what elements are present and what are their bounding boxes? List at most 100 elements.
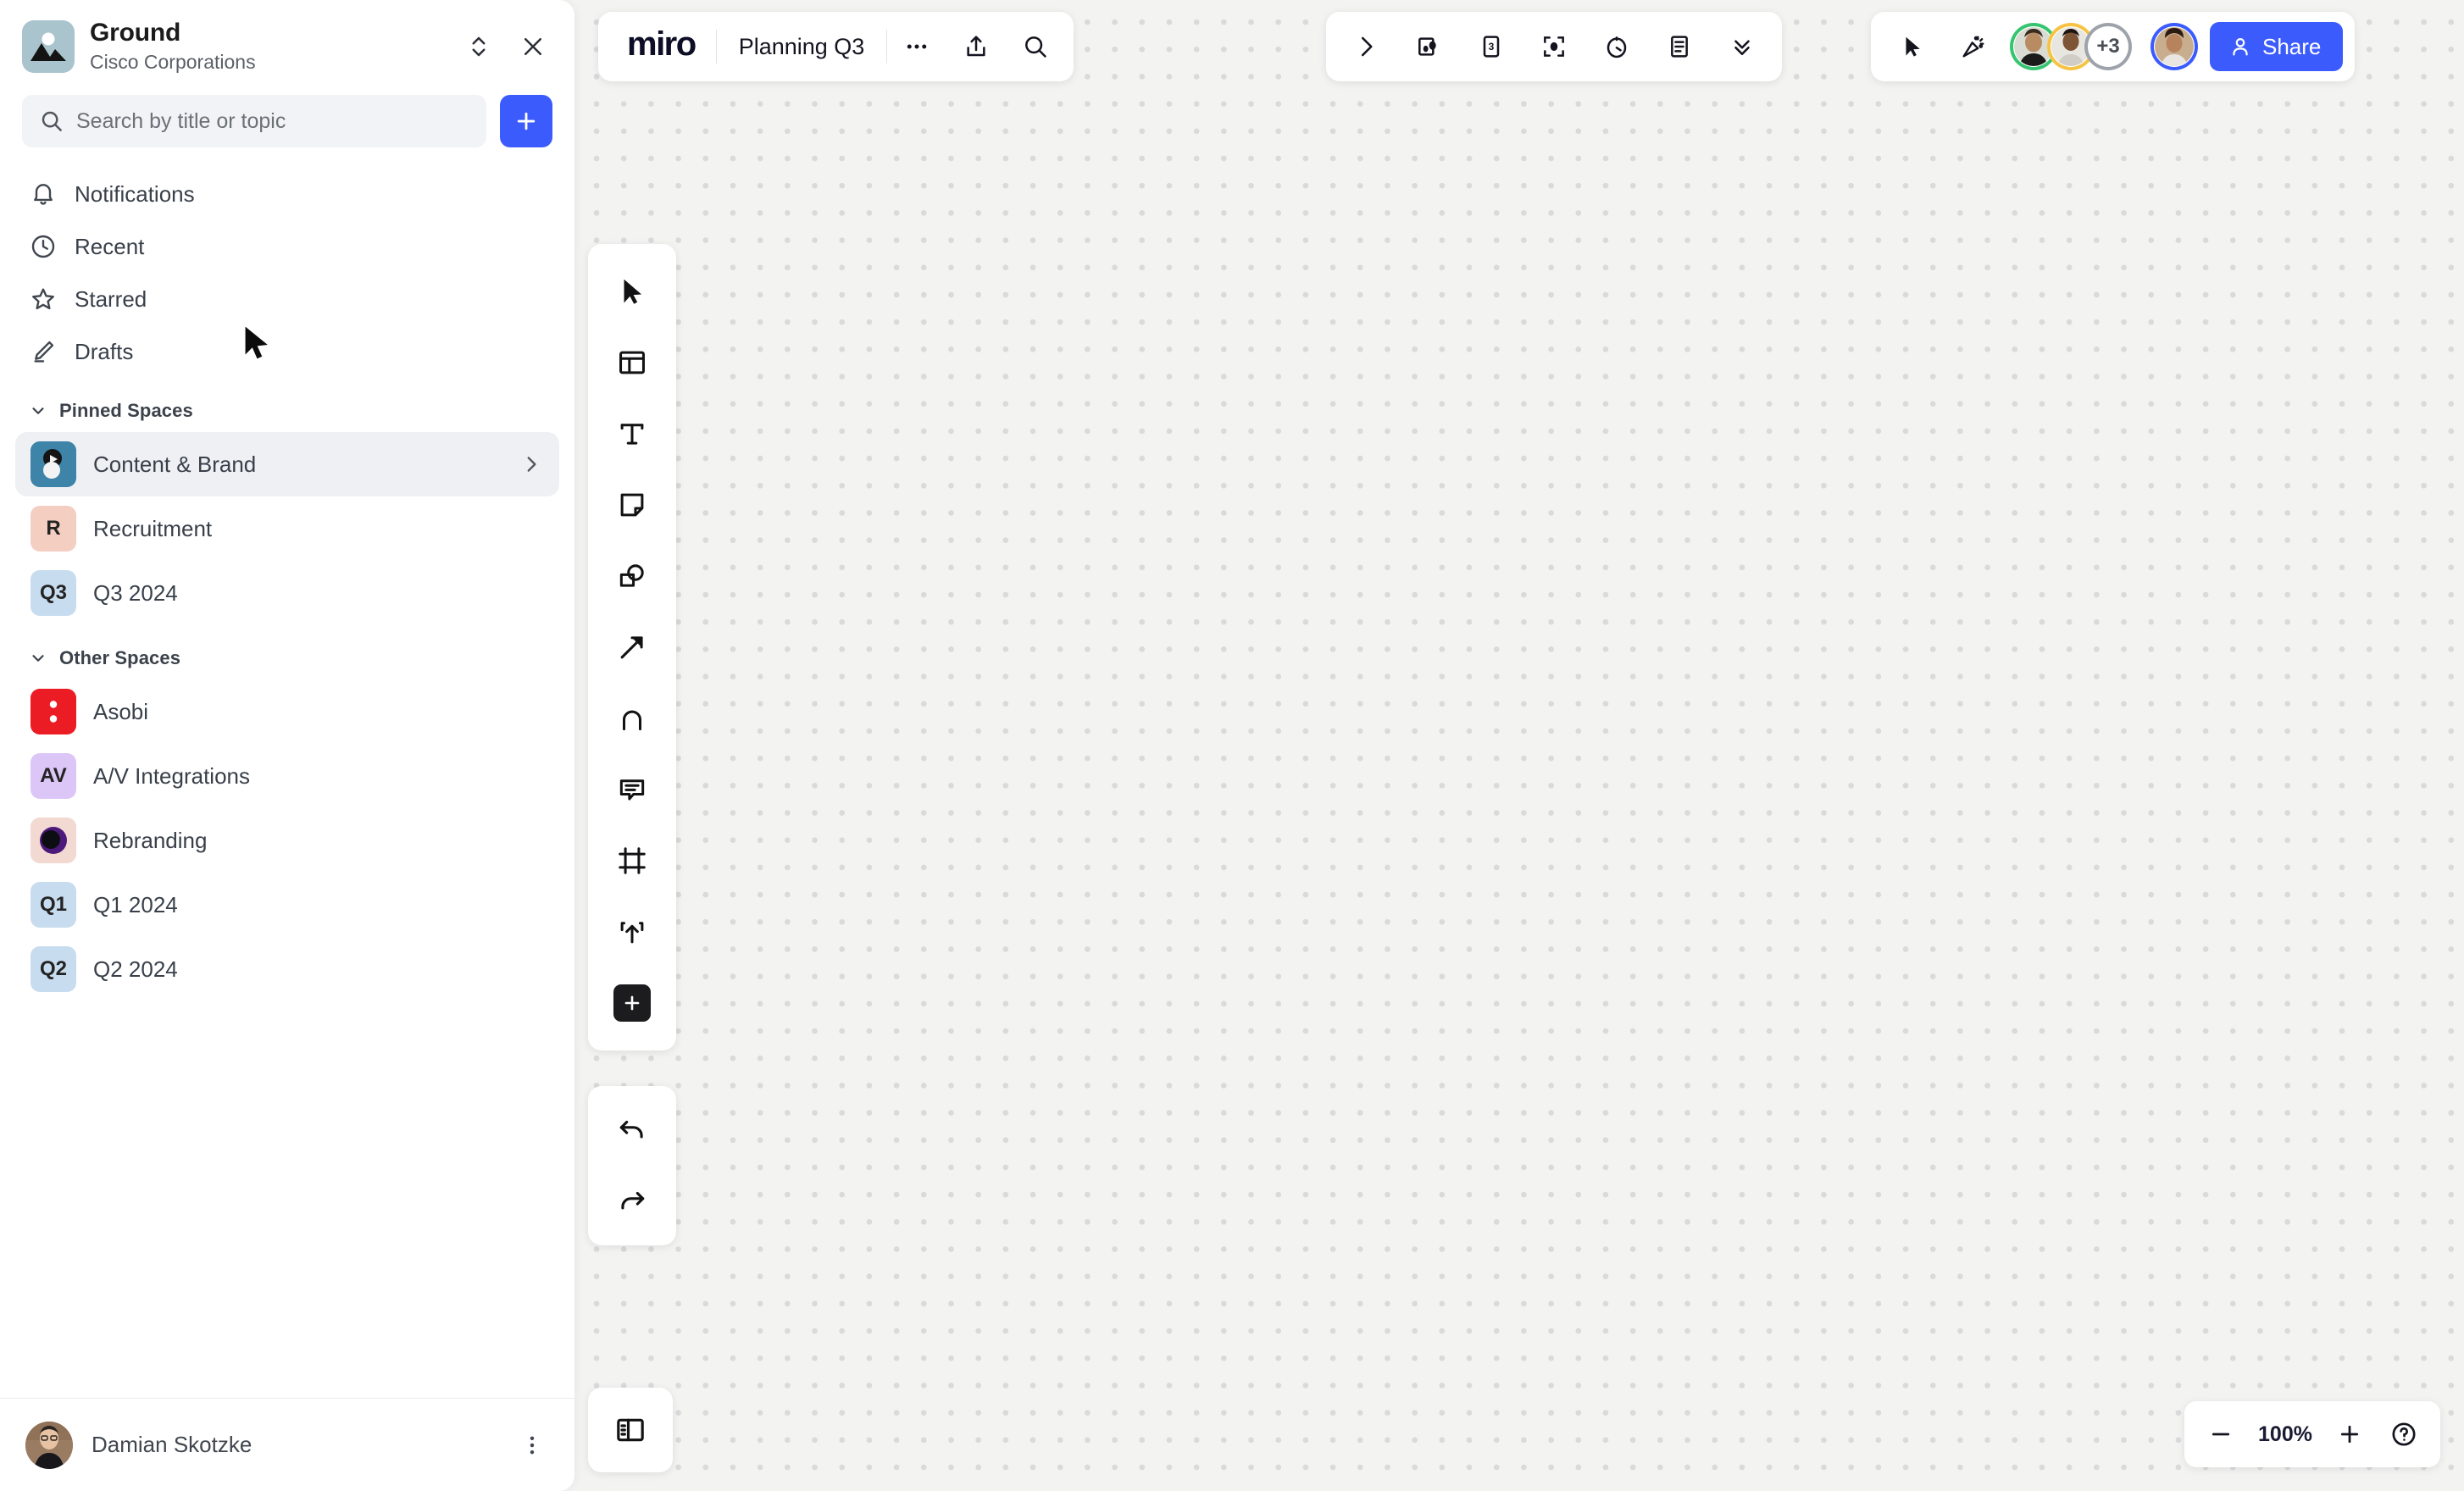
upload-icon (616, 916, 648, 948)
board-menu-button[interactable] (891, 20, 943, 73)
tool-upload[interactable] (600, 900, 664, 964)
sidebar-item-label: Starred (75, 285, 147, 312)
timer-button[interactable] (1590, 20, 1643, 73)
board-search-button[interactable] (1009, 20, 1062, 73)
space-avatar-initials: R (46, 517, 61, 540)
space-avatar-initials: Q3 (39, 581, 67, 605)
help-button[interactable] (2378, 1408, 2430, 1461)
tool-select[interactable] (600, 259, 664, 324)
notes-button[interactable] (1653, 20, 1706, 73)
space-item-content-brand[interactable]: Content & Brand (15, 432, 559, 497)
sidebar-item-recent[interactable]: Recent (15, 220, 559, 273)
connector-arrow-icon (616, 631, 648, 663)
undo-icon (616, 1114, 648, 1146)
section-header-other-spaces[interactable]: Other Spaces (0, 625, 574, 679)
tool-frame[interactable] (600, 829, 664, 893)
pinned-spaces-list: Content & Brand R Recruitment Q3 Q3 2024 (0, 432, 574, 625)
share-button[interactable]: Share (2210, 22, 2344, 71)
clock-icon (29, 232, 58, 261)
shapes-icon (616, 560, 648, 592)
panel-toggle-button[interactable] (588, 1388, 673, 1472)
tool-shapes[interactable] (600, 544, 664, 608)
search-row: Search by title or topic (0, 81, 574, 159)
collaborator-overflow-count[interactable]: +3 (2084, 23, 2132, 70)
space-avatar-initials: AV (40, 764, 67, 788)
cursor-mode-button[interactable] (1886, 20, 1939, 73)
space-item-av-integrations[interactable]: AV A/V Integrations (15, 744, 559, 808)
chevron-down-icon (29, 649, 47, 668)
space-avatar: AV (31, 753, 76, 800)
pen-draw-icon (616, 702, 648, 734)
workspace-switcher-button[interactable] (459, 27, 498, 66)
zoom-in-button[interactable] (2323, 1408, 2376, 1461)
templates-icon (616, 346, 648, 379)
minus-icon (2208, 1422, 2234, 1447)
space-label: A/V Integrations (93, 762, 250, 789)
text-icon (616, 418, 648, 450)
chevron-up-down-icon (466, 34, 491, 59)
space-item-q3-2024[interactable]: Q3 Q3 2024 (15, 561, 559, 625)
export-button[interactable] (950, 20, 1002, 73)
sidebar-item-label: Drafts (75, 338, 134, 364)
zoom-level[interactable]: 100% (2249, 1422, 2322, 1447)
search-icon (39, 108, 64, 134)
space-avatar (31, 441, 76, 488)
redo-button[interactable] (600, 1169, 664, 1233)
section-title: Other Spaces (59, 647, 181, 669)
history-toolbar (588, 1086, 676, 1245)
space-label: Q1 2024 (93, 891, 178, 917)
share-button-label: Share (2262, 33, 2322, 59)
undo-button[interactable] (600, 1098, 664, 1162)
help-question-icon (2389, 1420, 2418, 1449)
zoom-out-button[interactable] (2195, 1408, 2247, 1461)
space-item-q2-2024[interactable]: Q2 Q2 2024 (15, 937, 559, 1001)
kebab-menu-icon[interactable] (515, 1428, 549, 1462)
search-input[interactable]: Search by title or topic (22, 95, 486, 148)
chevron-right-icon[interactable] (519, 453, 544, 475)
collaboration-toolbar: +3 Share (1871, 12, 2356, 81)
tool-connector[interactable] (600, 615, 664, 679)
reactions-button[interactable] (1947, 20, 2000, 73)
tool-pen[interactable] (600, 686, 664, 751)
left-sidebar: Ground Cisco Corporations Search by titl… (0, 0, 574, 1491)
notes-icon (1666, 33, 1693, 60)
sidebar-item-drafts[interactable]: Drafts (15, 325, 559, 378)
estimation-card-icon: 3 (1478, 33, 1505, 60)
space-item-asobi[interactable]: Asobi (15, 679, 559, 744)
current-user-avatar[interactable] (2150, 23, 2198, 70)
create-new-button[interactable] (500, 95, 552, 148)
close-sidebar-button[interactable] (513, 27, 552, 66)
estimation-button[interactable]: 3 (1465, 20, 1518, 73)
avatar[interactable] (25, 1421, 73, 1469)
party-popper-icon (1960, 33, 1987, 60)
miro-logo[interactable]: miro (607, 27, 716, 66)
tool-text[interactable] (600, 402, 664, 466)
space-label: Recruitment (93, 515, 213, 541)
divider (886, 30, 888, 64)
space-item-rebranding[interactable]: Rebranding (15, 808, 559, 873)
collapse-toolbar-button[interactable] (1716, 20, 1768, 73)
sidebar-item-starred[interactable]: Starred (15, 273, 559, 325)
cursor-arrow-icon (1900, 34, 1925, 59)
space-item-recruitment[interactable]: R Recruitment (15, 496, 559, 561)
tool-comment[interactable] (600, 757, 664, 822)
section-header-pinned-spaces[interactable]: Pinned Spaces (0, 378, 574, 432)
space-item-q1-2024[interactable]: Q1 Q1 2024 (15, 873, 559, 937)
collaborator-avatars: +3 (2010, 23, 2132, 70)
board-name[interactable]: Planning Q3 (717, 34, 887, 60)
tool-more-apps[interactable] (600, 971, 664, 1035)
space-label: Rebranding (93, 827, 208, 853)
tool-sticky-note[interactable] (600, 473, 664, 537)
spotlight-button[interactable] (1528, 20, 1580, 73)
presentation-button[interactable] (1402, 20, 1455, 73)
expand-panel-button[interactable] (1340, 20, 1392, 73)
creation-toolbar (588, 244, 676, 1050)
sidebar-item-notifications[interactable]: Notifications (15, 168, 559, 220)
tool-templates[interactable] (600, 330, 664, 395)
workspace-org: Cisco Corporations (90, 50, 256, 73)
section-title: Pinned Spaces (59, 400, 193, 422)
comment-icon (616, 773, 648, 806)
sidebar-item-label: Notifications (75, 180, 195, 207)
other-spaces-list: Asobi AV A/V Integrations Rebranding Q1 … (0, 679, 574, 1001)
